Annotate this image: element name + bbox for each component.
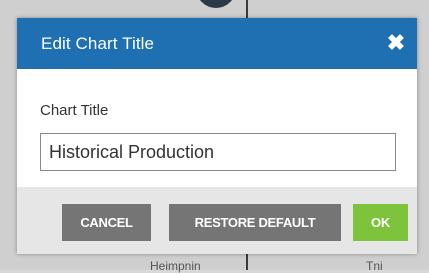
restore-default-button[interactable]: RESTORE DEFAULT xyxy=(169,204,341,241)
dialog-header: Edit Chart Title ✖ xyxy=(17,18,417,69)
dialog-body: Chart Title xyxy=(17,69,417,187)
ok-button[interactable]: OK xyxy=(353,204,408,241)
background-text-right: Tni xyxy=(366,259,383,273)
dialog-title: Edit Chart Title xyxy=(41,34,155,53)
close-icon[interactable]: ✖ xyxy=(383,30,409,56)
edit-chart-title-dialog: Edit Chart Title ✖ Chart Title CANCEL RE… xyxy=(17,18,417,254)
chart-title-input[interactable] xyxy=(40,133,396,171)
background-element xyxy=(196,0,236,8)
chart-title-label: Chart Title xyxy=(40,102,109,119)
dialog-footer: CANCEL RESTORE DEFAULT OK xyxy=(17,187,417,254)
background-text-left: Heimpnin xyxy=(150,259,201,273)
cancel-button[interactable]: CANCEL xyxy=(62,204,151,241)
